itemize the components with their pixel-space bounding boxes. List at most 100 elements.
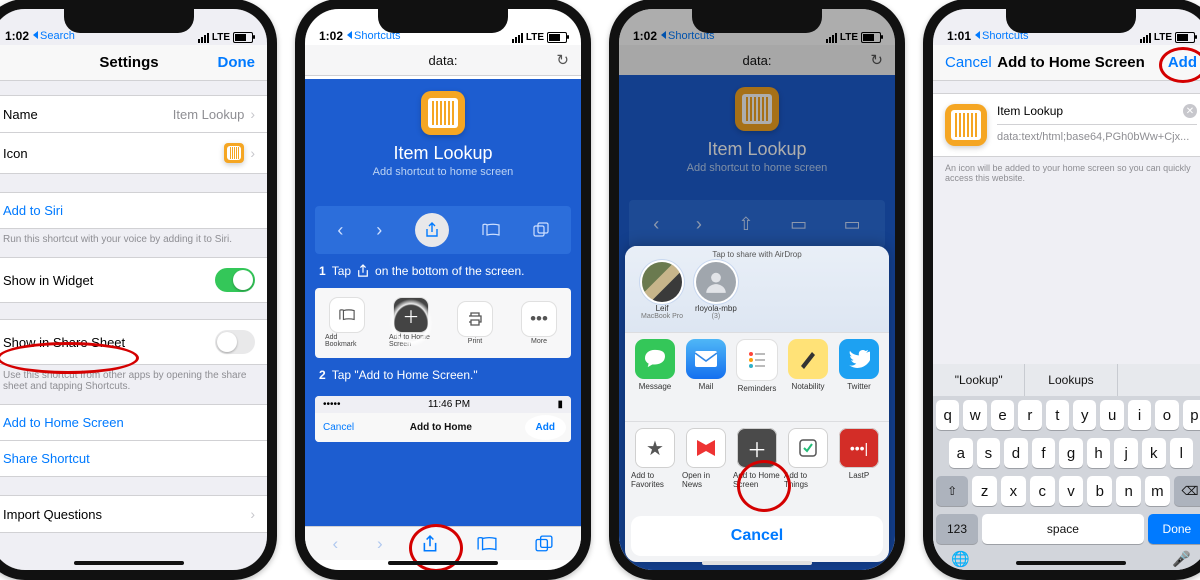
key-row-1: q w e r t y u i o p <box>933 396 1200 434</box>
key-shift[interactable]: ⇧ <box>936 476 968 506</box>
key-t[interactable]: t <box>1046 400 1069 430</box>
app-message[interactable]: Message <box>631 339 679 415</box>
instruction-row-toolbar: ‹ › <box>315 206 571 254</box>
done-button[interactable]: Done <box>218 54 256 71</box>
mic-icon[interactable]: 🎤 <box>1172 550 1191 568</box>
cell-name[interactable]: Name Item Lookup › <box>0 95 267 133</box>
action-add-to-home[interactable]: ＋Add to Home Screen <box>733 428 781 504</box>
cell-show-in-sharesheet[interactable]: Show in Share Sheet <box>0 319 267 365</box>
action-lastpass[interactable]: •••|LastP <box>835 428 883 504</box>
itemlookup-icon <box>224 143 244 163</box>
app-mail[interactable]: Mail <box>682 339 730 415</box>
key-p[interactable]: p <box>1183 400 1200 430</box>
key-space[interactable]: space <box>982 514 1144 544</box>
cell-add-to-home[interactable]: Add to Home Screen <box>0 404 267 441</box>
plus-icon: ＋ <box>737 428 777 468</box>
cell-icon[interactable]: Icon › <box>0 133 267 174</box>
check-icon <box>788 428 828 468</box>
dots-icon: •••| <box>839 428 879 468</box>
cell-share-shortcut[interactable]: Share Shortcut <box>0 441 267 477</box>
forward-icon: › <box>377 534 383 554</box>
clock: 1:01 <box>947 29 971 43</box>
suggestion[interactable]: "Lookup" <box>933 364 1024 396</box>
bookmark-icon <box>330 298 364 332</box>
key-w[interactable]: w <box>963 400 986 430</box>
navbar-settings: Settings Done <box>0 45 267 81</box>
name-input[interactable]: Item Lookup <box>997 104 1063 118</box>
key-done[interactable]: Done <box>1148 514 1200 544</box>
chevron-icon: › <box>250 145 255 161</box>
battery-icon <box>233 32 253 43</box>
airdrop-hint: Tap to share with AirDrop <box>625 250 889 259</box>
key-m[interactable]: m <box>1145 476 1170 506</box>
key-z[interactable]: z <box>972 476 997 506</box>
key-l[interactable]: l <box>1170 438 1194 468</box>
key-h[interactable]: h <box>1087 438 1111 468</box>
cancel-button[interactable]: Cancel <box>945 54 992 71</box>
key-f[interactable]: f <box>1032 438 1056 468</box>
key-y[interactable]: y <box>1073 400 1096 430</box>
action-news[interactable]: Open in News <box>682 428 730 504</box>
bookmarks-button[interactable] <box>477 536 497 552</box>
cell-show-in-widget[interactable]: Show in Widget <box>0 257 267 303</box>
itemlookup-icon <box>421 91 465 135</box>
safari-addressbar[interactable]: data: ↻ <box>305 45 581 76</box>
airdrop-person-generic[interactable]: rloyola-mbp(3) <box>695 262 737 320</box>
app-subtitle: Add shortcut to home screen <box>305 166 581 178</box>
key-q[interactable]: q <box>936 400 959 430</box>
key-j[interactable]: j <box>1114 438 1138 468</box>
key-n[interactable]: n <box>1116 476 1141 506</box>
add-button[interactable]: Add <box>1168 54 1197 71</box>
clear-icon[interactable]: ✕ <box>1183 104 1197 118</box>
navbar-addhome: Cancel Add to Home Screen Add <box>933 45 1200 81</box>
key-d[interactable]: d <box>1004 438 1028 468</box>
share-button[interactable] <box>422 535 438 553</box>
key-e[interactable]: e <box>991 400 1014 430</box>
reload-icon[interactable]: ↻ <box>556 51 569 69</box>
cell-label: Icon <box>3 146 28 161</box>
key-c[interactable]: c <box>1030 476 1055 506</box>
phone-add-to-home: 1:01 Shortcuts LTE Cancel Add to Home Sc… <box>923 0 1200 580</box>
action-favorites[interactable]: ★Add to Favorites <box>631 428 679 504</box>
key-backspace[interactable]: ⌫ <box>1174 476 1200 506</box>
key-i[interactable]: i <box>1128 400 1151 430</box>
back-icon: ‹ <box>337 220 343 241</box>
key-a[interactable]: a <box>949 438 973 468</box>
keyboard[interactable]: "Lookup" Lookups q w e r t y u i o p a s… <box>933 364 1200 570</box>
cancel-button[interactable]: Cancel <box>631 516 883 556</box>
key-s[interactable]: s <box>977 438 1001 468</box>
toggle-sharesheet[interactable] <box>215 330 255 354</box>
instruction-step-1: 1 Tap on the bottom of the screen. <box>305 260 581 282</box>
app-notability[interactable]: Notability <box>784 339 832 415</box>
back-icon: ‹ <box>332 534 338 554</box>
key-b[interactable]: b <box>1087 476 1112 506</box>
itemlookup-icon <box>945 104 987 146</box>
suggestion[interactable] <box>1117 364 1200 396</box>
key-x[interactable]: x <box>1001 476 1026 506</box>
globe-icon[interactable]: 🌐 <box>951 550 970 568</box>
key-o[interactable]: o <box>1155 400 1178 430</box>
airdrop-person-leif[interactable]: LeifMacBook Pro <box>641 262 683 320</box>
phone-settings: 1:02 Search LTE Settings Done Name Item … <box>0 0 277 580</box>
clock: 1:02 <box>5 29 29 43</box>
key-k[interactable]: k <box>1142 438 1166 468</box>
key-u[interactable]: u <box>1100 400 1123 430</box>
suggestion-bar[interactable]: "Lookup" Lookups <box>933 364 1200 396</box>
airdrop-row: Tap to share with AirDrop LeifMacBook Pr… <box>625 246 889 332</box>
key-g[interactable]: g <box>1059 438 1083 468</box>
key-r[interactable]: r <box>1018 400 1041 430</box>
toggle-widget[interactable] <box>215 268 255 292</box>
helper-note: An icon will be added to your home scree… <box>933 157 1200 189</box>
app-reminders[interactable]: Reminders <box>733 339 781 415</box>
url-display: data:text/html;base64,PGh0bWw+Cjx... <box>997 131 1197 143</box>
tabs-button[interactable] <box>535 535 553 553</box>
key-v[interactable]: v <box>1059 476 1084 506</box>
suggestion[interactable]: Lookups <box>1024 364 1116 396</box>
cell-import-questions[interactable]: Import Questions › <box>0 495 267 533</box>
action-things[interactable]: Add to Things <box>784 428 832 504</box>
key-row-2: a s d f g h j k l <box>933 434 1200 472</box>
breadcrumb-back[interactable]: Search <box>33 30 75 42</box>
key-123[interactable]: 123 <box>936 514 978 544</box>
app-twitter[interactable]: Twitter <box>835 339 883 415</box>
cell-add-to-siri[interactable]: Add to Siri <box>0 192 267 229</box>
